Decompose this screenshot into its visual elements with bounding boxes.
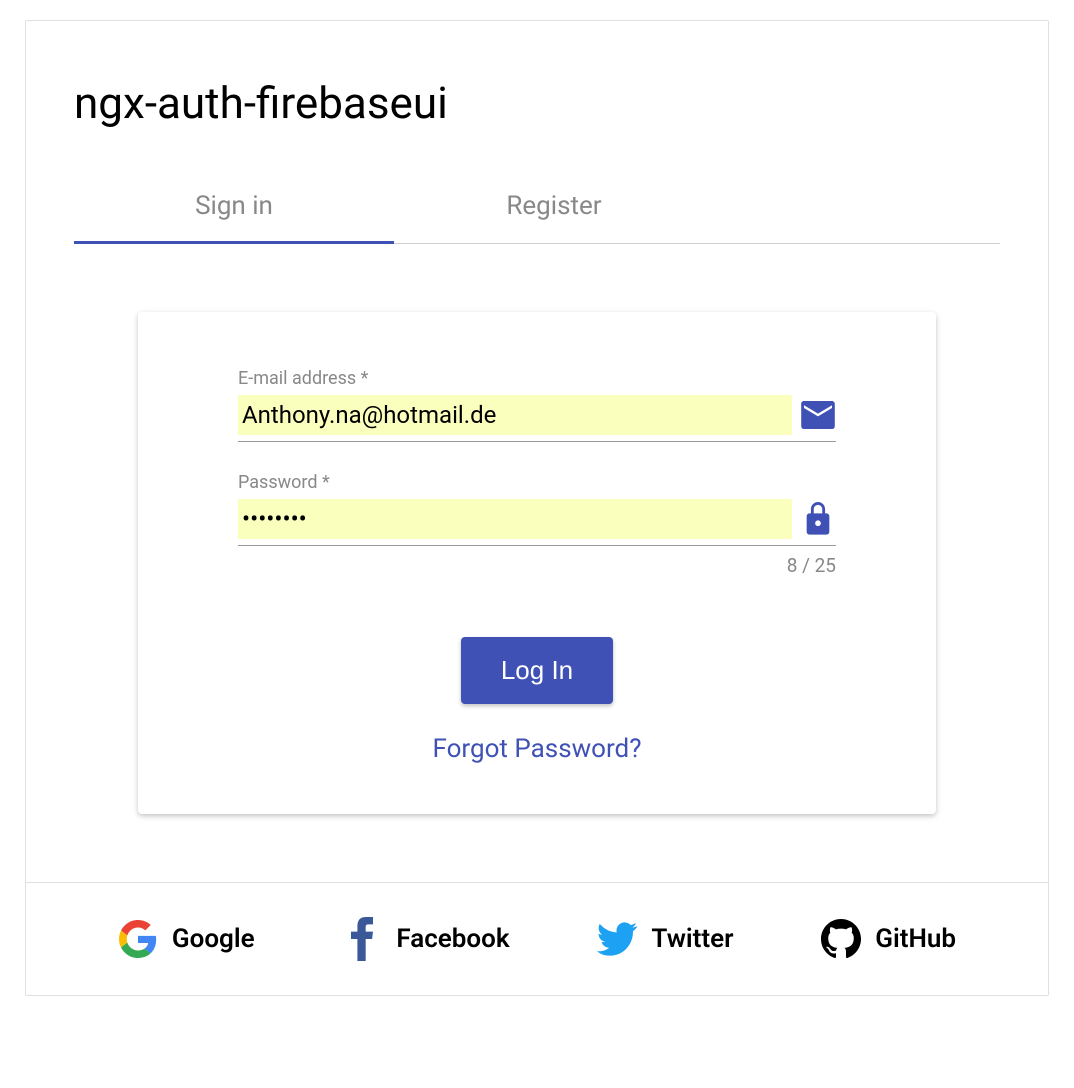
- password-input-wrapper: [238, 499, 836, 546]
- page-title: ngx-auth-firebaseui: [26, 21, 1048, 169]
- tabs: Sign in Register: [74, 169, 1000, 244]
- twitter-provider-button[interactable]: Twitter: [597, 919, 733, 959]
- github-provider-button[interactable]: GitHub: [821, 919, 956, 959]
- password-label: Password *: [238, 472, 836, 493]
- google-icon: [118, 919, 158, 959]
- github-icon: [821, 919, 861, 959]
- google-label: Google: [172, 924, 255, 954]
- lock-icon: [800, 501, 836, 537]
- twitter-label: Twitter: [651, 924, 733, 954]
- email-input-wrapper: [238, 395, 836, 442]
- facebook-icon: [342, 919, 382, 959]
- tab-register[interactable]: Register: [394, 169, 714, 243]
- password-input[interactable]: [238, 499, 792, 539]
- forgot-password-link[interactable]: Forgot Password?: [432, 734, 641, 764]
- email-input[interactable]: [238, 395, 792, 435]
- signin-card: E-mail address * Password *: [138, 312, 936, 814]
- email-icon: [800, 397, 836, 433]
- twitter-icon: [597, 919, 637, 959]
- social-providers: Google Facebook Twitter: [26, 882, 1048, 995]
- password-counter: 8 / 25: [238, 554, 836, 577]
- google-provider-button[interactable]: Google: [118, 919, 255, 959]
- facebook-provider-button[interactable]: Facebook: [342, 919, 509, 959]
- tab-signin[interactable]: Sign in: [74, 169, 394, 243]
- password-field-wrapper: Password * 8 / 25: [238, 472, 836, 577]
- email-label: E-mail address *: [238, 368, 836, 389]
- auth-container: ngx-auth-firebaseui Sign in Register E-m…: [25, 20, 1049, 996]
- github-label: GitHub: [875, 924, 956, 954]
- login-button[interactable]: Log In: [461, 637, 613, 704]
- email-field-wrapper: E-mail address *: [238, 368, 836, 442]
- facebook-label: Facebook: [396, 924, 509, 954]
